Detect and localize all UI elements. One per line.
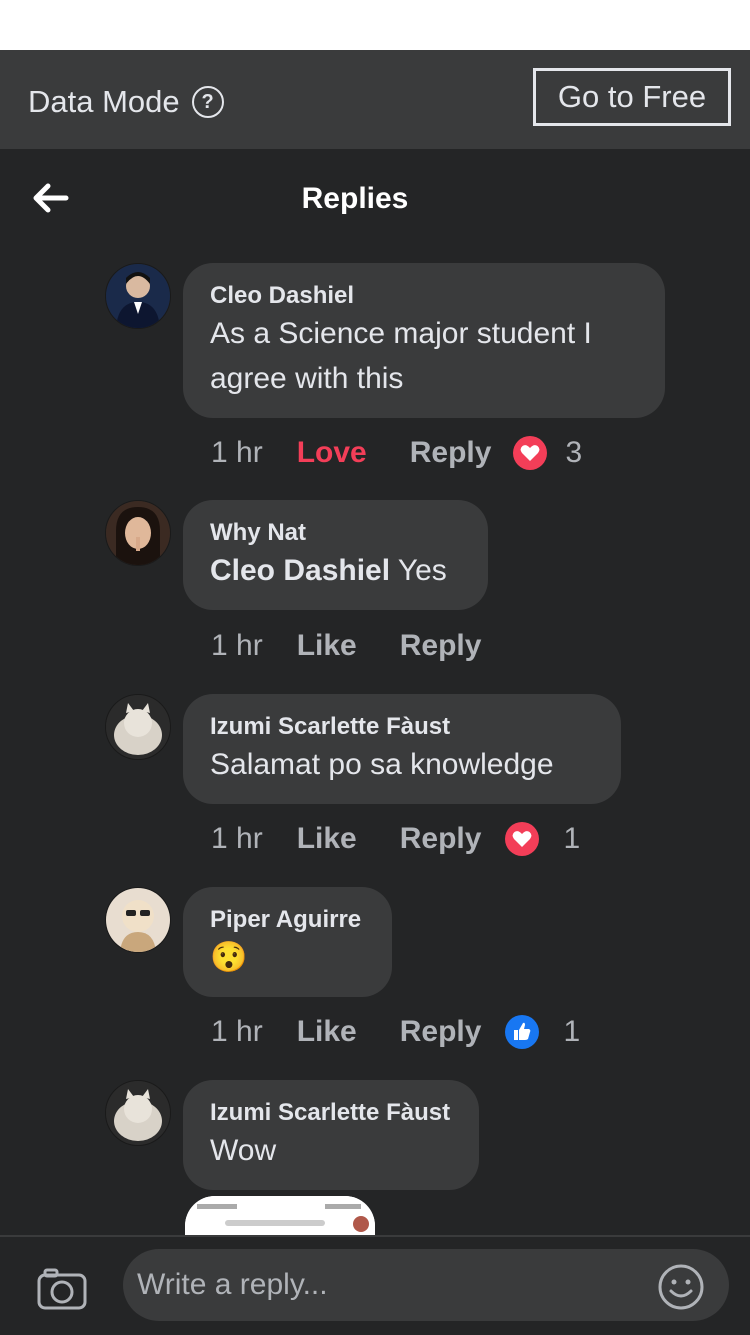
smiley-icon[interactable] bbox=[657, 1263, 705, 1311]
reply-composer bbox=[0, 1235, 750, 1335]
love-reaction-icon[interactable] bbox=[513, 436, 548, 470]
comment-bubble[interactable]: Izumi Scarlette Fàust Wow bbox=[183, 1080, 479, 1190]
comment-actions: 1 hr Like Reply 1 bbox=[105, 1015, 580, 1049]
comment-author[interactable]: Why Nat bbox=[210, 518, 460, 548]
reaction-count: 1 bbox=[563, 1015, 581, 1048]
reply-button[interactable]: Reply bbox=[400, 1015, 482, 1049]
avatar[interactable] bbox=[105, 887, 171, 953]
camera-icon[interactable] bbox=[36, 1267, 88, 1311]
mention[interactable]: Cleo Dashiel bbox=[210, 554, 390, 587]
like-button[interactable]: Like bbox=[297, 1015, 357, 1049]
comment-time[interactable]: 1 hr bbox=[211, 629, 263, 663]
page-title: Replies bbox=[301, 182, 409, 215]
avatar[interactable] bbox=[105, 500, 171, 566]
reaction-count: 1 bbox=[563, 822, 581, 855]
avatar[interactable] bbox=[105, 263, 171, 329]
help-icon[interactable]: ? bbox=[191, 86, 224, 118]
replies-header: Replies bbox=[0, 150, 750, 250]
reply-button[interactable]: Reply bbox=[410, 436, 492, 470]
comment-text: 😯 bbox=[210, 941, 248, 974]
comment-time[interactable]: 1 hr bbox=[211, 822, 263, 856]
reply-button[interactable]: Reply bbox=[400, 822, 482, 856]
comment-bubble[interactable]: Izumi Scarlette Fàust Salamat po sa know… bbox=[183, 694, 621, 804]
comment-author[interactable]: Cleo Dashiel bbox=[210, 281, 637, 311]
data-mode-text: Data Mode bbox=[28, 84, 180, 119]
go-to-free-button[interactable]: Go to Free bbox=[533, 68, 731, 126]
comment-actions: 1 hr Like Reply bbox=[105, 629, 481, 663]
comment-bubble[interactable]: Why Nat Cleo Dashiel Yes bbox=[183, 500, 488, 610]
avatar[interactable] bbox=[105, 1080, 171, 1146]
comment-text: Wow bbox=[210, 1134, 277, 1167]
comment-author[interactable]: Izumi Scarlette Fàust bbox=[210, 712, 593, 742]
comment-bubble[interactable]: Piper Aguirre 😯 bbox=[183, 887, 392, 997]
comment-text-body: Yes bbox=[397, 554, 447, 587]
reply-input[interactable] bbox=[123, 1249, 729, 1321]
like-reaction-icon[interactable] bbox=[505, 1015, 540, 1049]
status-bar-area bbox=[0, 0, 750, 50]
comment-time[interactable]: 1 hr bbox=[211, 436, 263, 470]
attached-screenshot-preview[interactable] bbox=[185, 1196, 375, 1236]
data-mode-label[interactable]: Data Mode ? bbox=[28, 84, 224, 120]
reply-button[interactable]: Reply bbox=[400, 629, 482, 663]
love-button[interactable]: Love bbox=[297, 436, 367, 470]
comment-author[interactable]: Izumi Scarlette Fàust bbox=[210, 1098, 451, 1128]
comment-text: Cleo Dashiel Yes bbox=[210, 548, 460, 593]
data-mode-bar: Data Mode ? Go to Free bbox=[0, 50, 750, 149]
reaction-count: 3 bbox=[565, 436, 583, 469]
comment-author[interactable]: Piper Aguirre bbox=[210, 905, 364, 935]
comment-time[interactable]: 1 hr bbox=[211, 1015, 263, 1049]
comment-actions: 1 hr Love Reply 3 bbox=[105, 436, 582, 470]
comment-bubble[interactable]: Cleo Dashiel As a Science major student … bbox=[183, 263, 665, 418]
love-reaction-icon[interactable] bbox=[505, 822, 540, 856]
comment-text: As a Science major student I agree with … bbox=[210, 317, 592, 395]
like-button[interactable]: Like bbox=[297, 822, 357, 856]
avatar[interactable] bbox=[105, 694, 171, 760]
comment-text: Salamat po sa knowledge bbox=[210, 748, 554, 781]
like-button[interactable]: Like bbox=[297, 629, 357, 663]
comment-actions: 1 hr Like Reply 1 bbox=[105, 822, 580, 856]
